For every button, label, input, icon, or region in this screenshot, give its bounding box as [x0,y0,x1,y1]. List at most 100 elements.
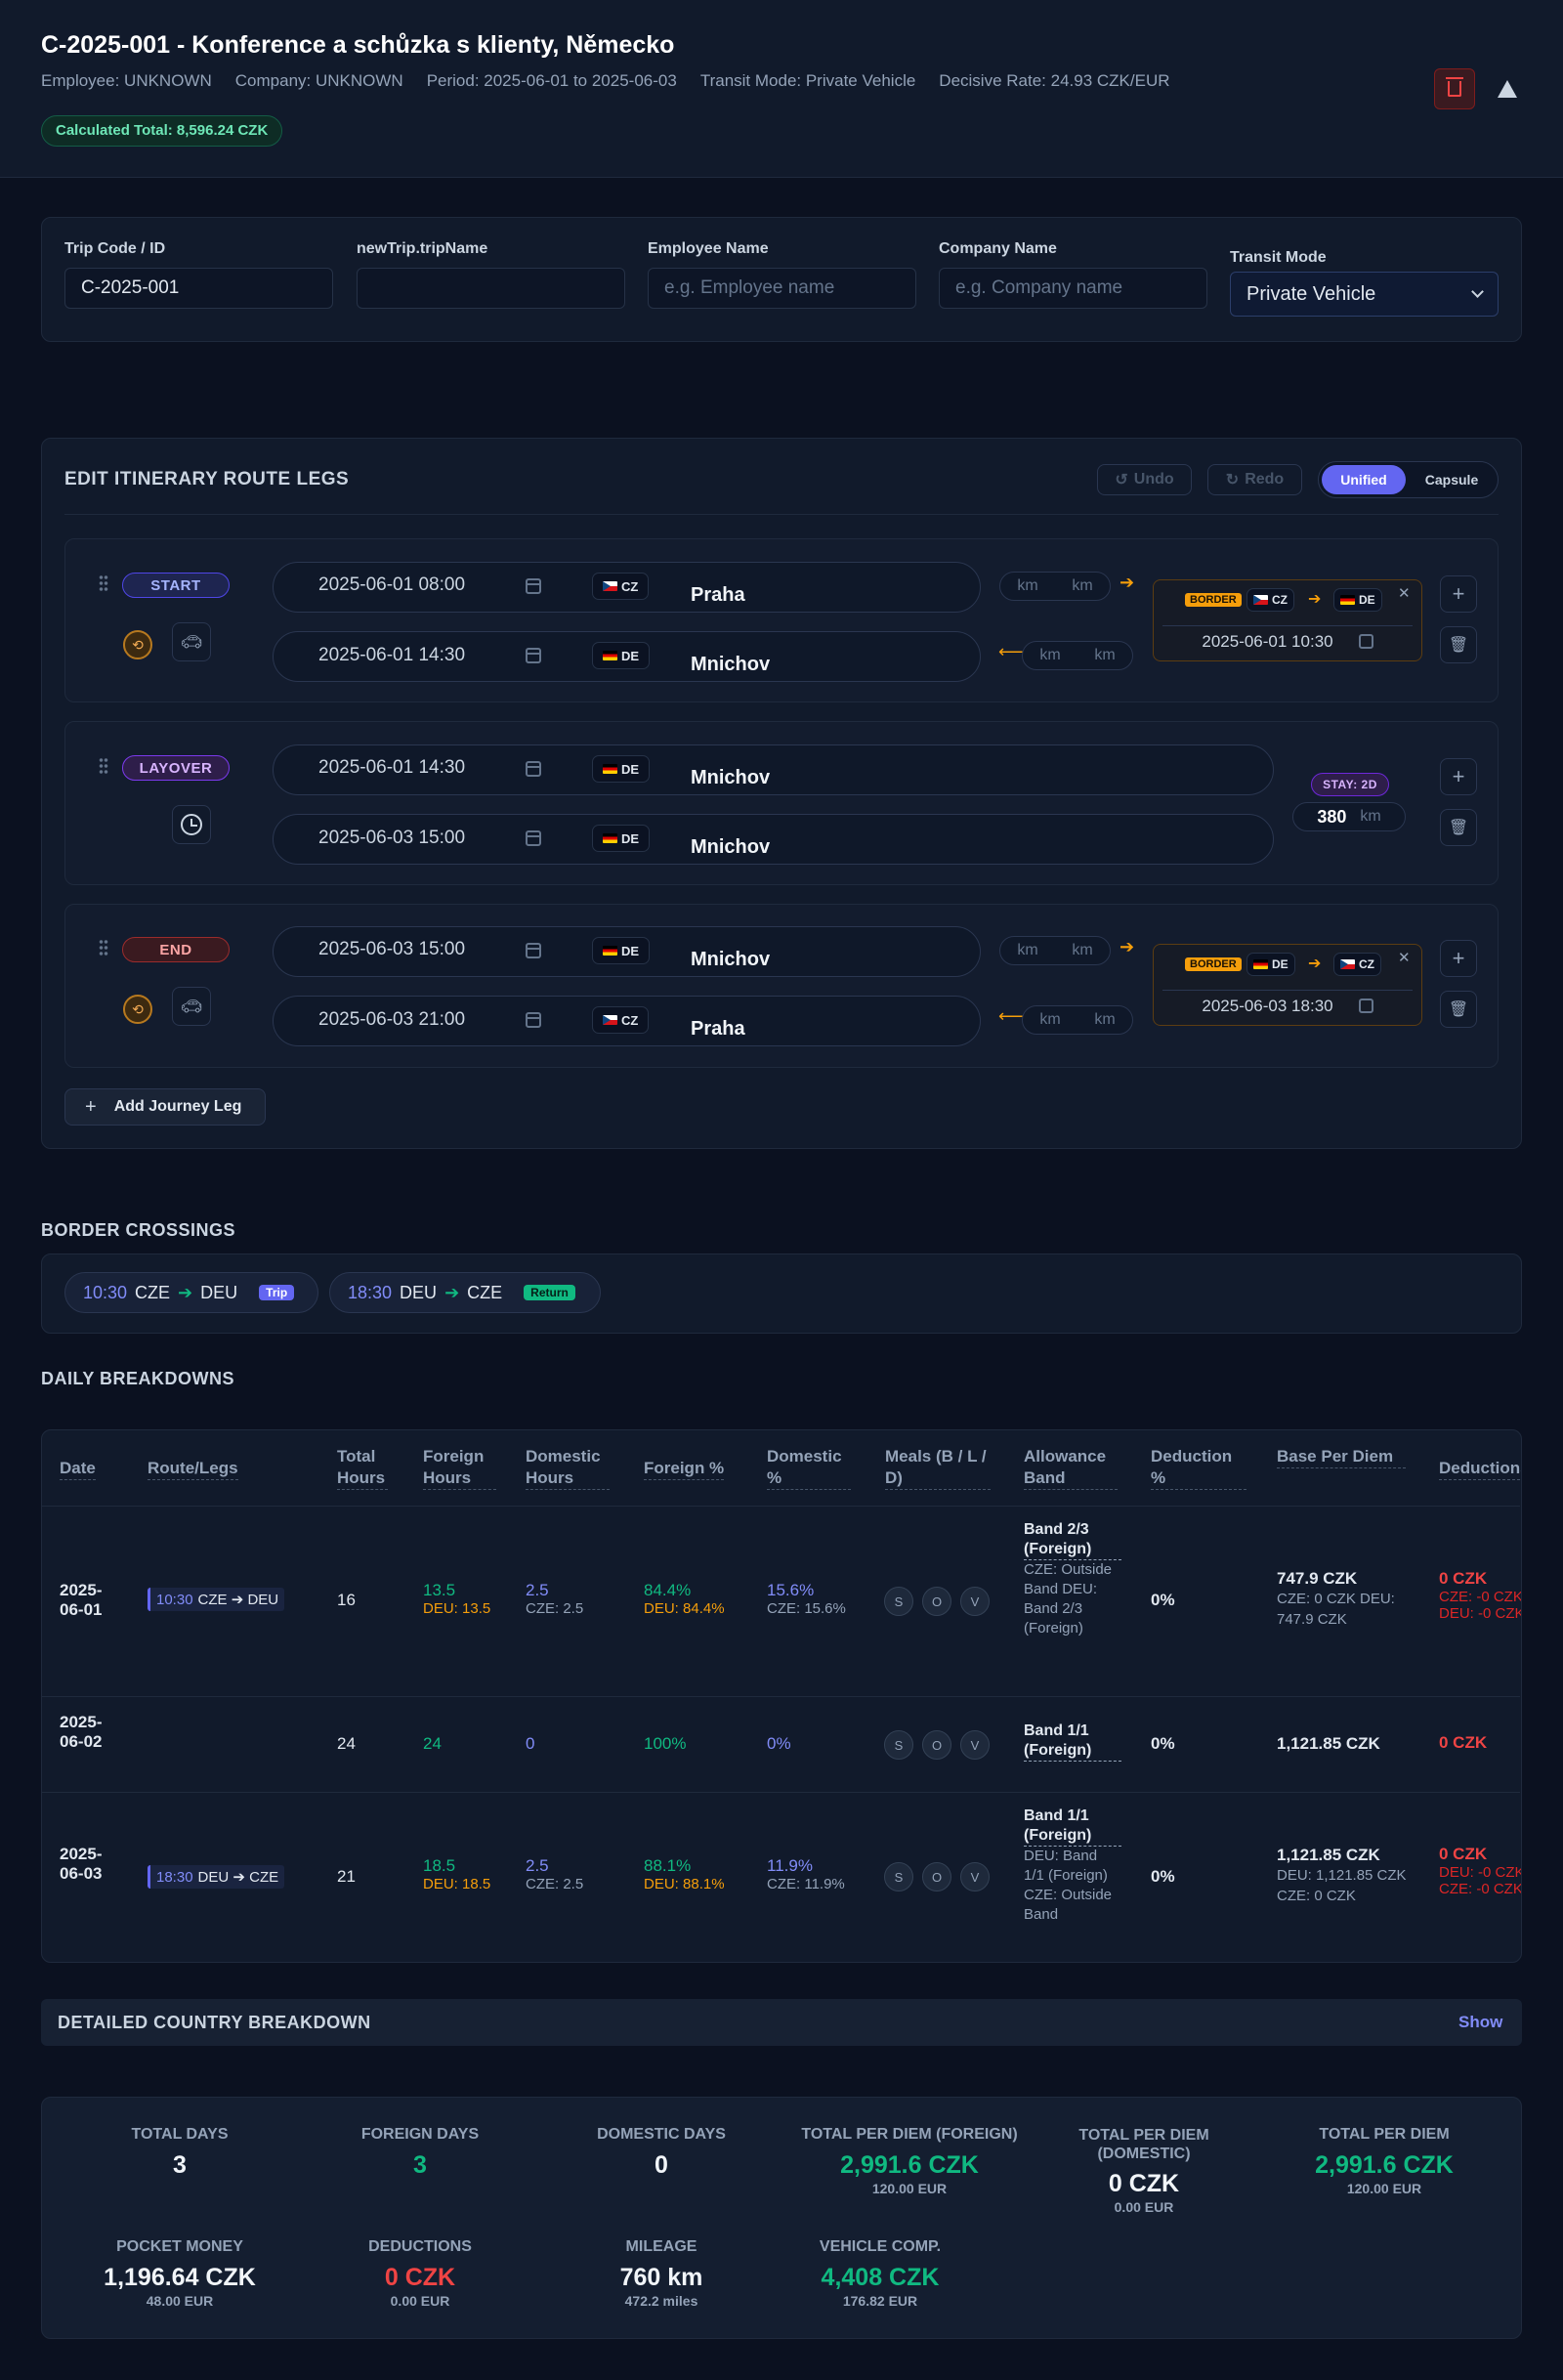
calendar-icon[interactable] [526,578,541,594]
car-icon-button[interactable]: 🚗︎ [172,622,211,661]
undo-button[interactable]: ↺ Undo [1097,464,1192,495]
stat-sub: 0.00 EUR [1114,2199,1174,2215]
drag-handle-icon[interactable] [99,574,108,592]
meal-dinner-toggle[interactable]: V [960,1862,990,1891]
stat-sub: 48.00 EUR [146,2293,214,2309]
car-icon-button[interactable]: 🚗︎ [172,987,211,1026]
calendar-icon[interactable] [526,761,541,777]
show-breakdown-link[interactable]: Show [1458,2013,1502,2032]
leg-to-city[interactable]: Praha [691,1018,745,1041]
calendar-icon[interactable] [526,830,541,846]
calendar-icon[interactable] [526,1012,541,1028]
leg-from-city[interactable]: Praha [691,584,745,607]
transit-mode-select[interactable]: Private Vehicle [1230,272,1499,317]
stat-value: 760 km [619,2264,703,2291]
border-crossing-chip[interactable]: 18:30 DEU ➔ CZE Return [329,1272,601,1313]
remove-border-icon[interactable]: ✕ [1398,584,1411,602]
crossing-time: 18:30 [348,1282,393,1302]
calendar-icon[interactable] [526,648,541,663]
delete-trip-button[interactable] [1434,68,1475,109]
cell-domestic-hours: 0 [526,1734,535,1753]
cell-deduction-pct: 0% [1151,1591,1175,1609]
flag-de-icon [603,833,617,843]
cell-total-hours: 24 [337,1734,356,1753]
clock-icon-button[interactable] [172,805,211,844]
flag-de-icon [603,946,617,956]
trip-name-input[interactable] [357,268,625,309]
arrow-left-icon: ⟵ [998,1006,1024,1026]
meta-company: Company: UNKNOWN [234,71,403,90]
km-input[interactable]: km km [1022,1005,1133,1035]
employee-name-input[interactable]: e.g. Employee name [648,268,916,309]
km-input[interactable]: km km [999,572,1111,601]
page-title: C-2025-001 - Konference a schůzka s klie… [41,31,675,59]
crossing-to: CZE [467,1282,503,1302]
add-journey-leg-button[interactable]: + Add Journey Leg [64,1088,266,1126]
add-leg-after-button[interactable]: + [1440,575,1477,613]
company-name-input[interactable]: e.g. Company name [939,268,1207,309]
km-input[interactable]: km km [1022,641,1133,670]
leg-to-city[interactable]: Mnichov [691,654,770,676]
leg-to-datetime[interactable]: 2025-06-01 14:30 [318,645,465,666]
add-leg-after-button[interactable]: + [1440,940,1477,977]
remove-border-icon[interactable]: ✕ [1398,949,1411,966]
add-leg-after-button[interactable]: + [1440,758,1477,795]
trip-code-input[interactable]: C-2025-001 [64,268,333,309]
calendar-icon[interactable] [526,943,541,958]
leg-from-datetime[interactable]: 2025-06-01 14:30 [318,757,465,779]
delete-leg-button[interactable]: 🗑︎ [1440,626,1477,663]
meal-dinner-toggle[interactable]: V [960,1730,990,1760]
meal-lunch-toggle[interactable]: O [922,1862,951,1891]
country-code[interactable]: DE [592,937,651,964]
border-datetime-input[interactable]: 2025-06-03 18:30 [1162,990,1413,1021]
leg-to-city[interactable]: Mnichov [691,836,770,859]
flag-cz-icon [603,581,617,591]
country-code[interactable]: DE [592,642,651,669]
stat-label: FOREIGN DAYS [360,2126,480,2143]
leg-from-datetime[interactable]: 2025-06-03 15:00 [318,939,465,960]
view-capsule-button[interactable]: Capsule [1409,465,1495,494]
itinerary-title: EDIT ITINERARY ROUTE LEGS [64,469,350,489]
col-header-domestic-pct: Domestic % [767,1446,851,1490]
leg-from-city[interactable]: Mnichov [691,949,770,971]
view-unified-button[interactable]: Unified [1322,465,1406,494]
stat-sub: 472.2 miles [624,2293,698,2309]
country-code[interactable]: DE [592,755,651,783]
redo-button[interactable]: ↻ Redo [1207,464,1302,495]
crossing-from: CZE [135,1282,171,1302]
stat-label: DOMESTIC DAYS [597,2126,726,2143]
country-code[interactable]: DE [592,825,651,852]
meal-lunch-toggle[interactable]: O [922,1730,951,1760]
border-to-code: DE [1333,588,1382,612]
flag-de-icon [603,764,617,774]
cell-total-hours: 16 [337,1591,356,1609]
country-code[interactable]: CZ [592,573,650,600]
meal-breakfast-toggle[interactable]: S [884,1862,913,1891]
border-crossing-chip[interactable]: 10:30 CZE ➔ DEU Trip [64,1272,318,1313]
col-header-base-per-diem: Base Per Diem [1277,1446,1406,1468]
drag-handle-icon[interactable] [99,757,108,775]
crossing-time: 10:30 [83,1282,128,1302]
drag-handle-icon[interactable] [99,939,108,956]
meal-breakfast-toggle[interactable]: S [884,1730,913,1760]
delete-leg-button[interactable]: 🗑︎ [1440,809,1477,846]
leg-to-datetime[interactable]: 2025-06-03 15:00 [318,828,465,849]
cell-foreign-pct: 88.1% DEU: 88.1% [644,1856,725,1892]
delete-leg-button[interactable]: 🗑︎ [1440,991,1477,1028]
layover-km-input[interactable]: 380 km [1292,802,1406,831]
leg-from-datetime[interactable]: 2025-06-01 08:00 [318,574,465,596]
meal-lunch-toggle[interactable]: O [922,1587,951,1616]
meal-breakfast-toggle[interactable]: S [884,1587,913,1616]
collapse-icon[interactable] [1498,80,1517,98]
leg-to-datetime[interactable]: 2025-06-03 21:00 [318,1009,465,1031]
leg-from-city[interactable]: Mnichov [691,767,770,789]
calendar-icon [1358,999,1373,1013]
km-input[interactable]: km km [999,936,1111,965]
border-tag: BORDER [1185,957,1242,971]
trash-icon: 🗑︎ [1448,1001,1469,1018]
border-datetime-input[interactable]: 2025-06-01 10:30 [1162,625,1413,657]
stat-label: VEHICLE COMP. [819,2238,942,2255]
stat-value: 3 [413,2151,427,2179]
country-code[interactable]: CZ [592,1006,650,1034]
meal-dinner-toggle[interactable]: V [960,1587,990,1616]
